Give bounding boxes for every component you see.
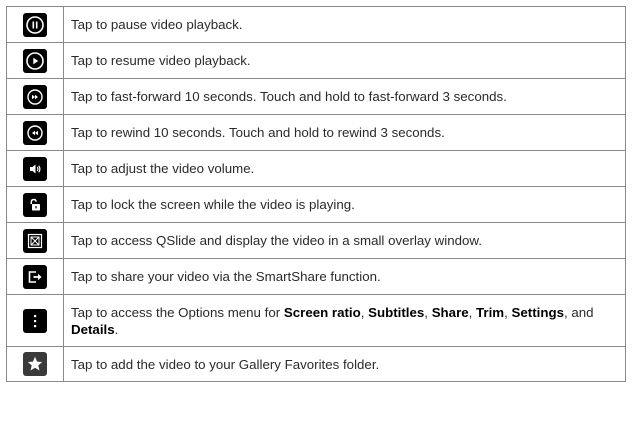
row-description: Tap to rewind 10 seconds. Touch and hold… — [63, 114, 626, 151]
option-share: Share — [431, 304, 469, 320]
option-screen-ratio: Screen ratio — [283, 304, 361, 320]
star-icon — [23, 352, 47, 376]
row-description: Tap to access QSlide and display the vid… — [63, 222, 626, 259]
row-description: Tap to lock the screen while the video i… — [63, 186, 626, 223]
option-settings: Settings — [511, 304, 564, 320]
table-row: Tap to adjust the video volume. — [6, 150, 626, 187]
controls-table: Tap to pause video playback. Tap to resu… — [6, 6, 626, 382]
option-trim: Trim — [476, 304, 505, 320]
row-description: Tap to pause video playback. — [63, 6, 626, 43]
volume-icon — [23, 156, 47, 181]
row-description: Tap to add the video to your Gallery Fav… — [63, 346, 626, 382]
row-description: Tap to fast-forward 10 seconds. Touch an… — [63, 78, 626, 115]
row-description: Tap to resume video playback. — [63, 42, 626, 79]
table-row: Tap to fast-forward 10 seconds. Touch an… — [6, 78, 626, 115]
fast-forward-icon — [23, 84, 47, 109]
table-row: Tap to share your video via the SmartSha… — [6, 258, 626, 295]
table-row: Tap to access QSlide and display the vid… — [6, 222, 626, 259]
table-row: Tap to access the Options menu for Scree… — [6, 294, 626, 347]
option-details: Details — [71, 321, 115, 337]
table-row: Tap to resume video playback. — [6, 42, 626, 79]
table-row: Tap to lock the screen while the video i… — [6, 186, 626, 223]
options-menu-icon — [23, 308, 47, 333]
row-description: Tap to share your video via the SmartSha… — [63, 258, 626, 295]
table-row: Tap to pause video playback. — [6, 6, 626, 43]
pause-icon — [23, 12, 47, 37]
row-description: Tap to adjust the video volume. — [63, 150, 626, 187]
play-icon — [23, 48, 47, 73]
table-row: Tap to add the video to your Gallery Fav… — [6, 346, 626, 382]
qslide-icon — [23, 228, 47, 253]
smartshare-icon — [23, 264, 47, 289]
rewind-icon — [23, 120, 47, 145]
row-description: Tap to access the Options menu for Scree… — [63, 294, 626, 347]
option-subtitles: Subtitles — [368, 304, 425, 320]
table-row: Tap to rewind 10 seconds. Touch and hold… — [6, 114, 626, 151]
lock-icon — [23, 192, 47, 217]
